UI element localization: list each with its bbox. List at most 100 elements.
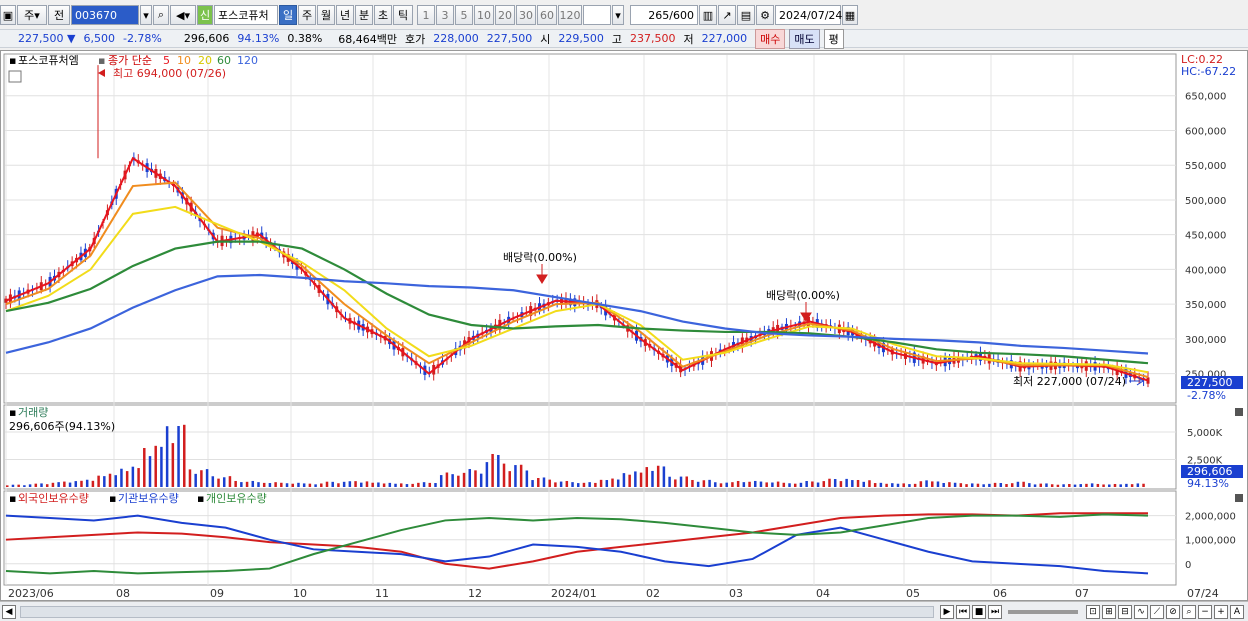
interval-30[interactable]: 30	[516, 5, 536, 25]
zoom-out-icon[interactable]: −	[1198, 604, 1212, 619]
x-tick-label: 07	[1075, 587, 1089, 600]
count-field[interactable]: 265/600	[630, 5, 698, 25]
low-price: 227,000	[701, 32, 748, 45]
date-input[interactable]: 2024/07/24	[775, 5, 842, 25]
holdings-tick-label: 2,000,000	[1185, 512, 1236, 523]
gear-icon[interactable]: ⚙	[756, 5, 774, 25]
x-tick-label: 07/24	[1187, 587, 1219, 600]
stop-icon[interactable]: ■	[972, 604, 986, 619]
volume-bar	[34, 483, 38, 487]
volume-bar	[548, 479, 551, 487]
prev-button[interactable]: 전	[48, 5, 70, 25]
tool-icon-1[interactable]: ⊡	[1086, 604, 1100, 619]
speaker-icon[interactable]: ◀▾	[170, 5, 196, 25]
volume-bar	[502, 463, 506, 487]
volume-bar	[97, 475, 100, 487]
horizontal-scrollbar[interactable]	[20, 605, 934, 618]
volume-bar	[668, 476, 671, 487]
period-select[interactable]: 주 ▾	[17, 5, 47, 25]
open-price: 229,500	[558, 32, 604, 45]
volume-bar	[205, 469, 209, 487]
scroll-left-icon[interactable]: ◀	[2, 604, 16, 619]
volume-bar	[639, 472, 643, 487]
search-icon[interactable]: ⌕	[153, 5, 169, 25]
avg-button[interactable]: 평	[823, 28, 844, 49]
tab-week[interactable]: 주	[298, 5, 316, 25]
buy-button[interactable]: 매수	[755, 28, 786, 49]
tab-second[interactable]: 초	[374, 5, 392, 25]
price-tick-label: 600,000	[1185, 126, 1226, 137]
last-price-value: 227,500	[1187, 376, 1233, 389]
foreign-label: 외국인보유수량	[18, 492, 89, 505]
volume-bar	[103, 476, 106, 487]
interval-dropdown-icon[interactable]: ▾	[612, 5, 624, 25]
volume-bar	[274, 482, 277, 487]
volume-bar	[365, 481, 369, 487]
code-input[interactable]: 003670	[71, 5, 139, 25]
volume-bar	[240, 482, 243, 487]
interval-10[interactable]: 10	[474, 5, 494, 25]
volume-bar	[325, 481, 329, 487]
volume-bar	[137, 468, 140, 487]
tool-icon-6[interactable]: ⊘	[1166, 604, 1180, 619]
interval-20[interactable]: 20	[495, 5, 515, 25]
custom-interval-input[interactable]	[583, 5, 611, 25]
sell-button[interactable]: 매도	[789, 28, 820, 49]
volume-bar	[125, 471, 129, 487]
volume-close-icon[interactable]	[1235, 408, 1243, 416]
volume-bar	[28, 484, 32, 487]
volume-bar	[1119, 484, 1122, 487]
volume-bar	[519, 464, 523, 487]
zoom-slider[interactable]	[1008, 609, 1078, 614]
volume-bar	[736, 480, 740, 487]
layout-icon[interactable]: ▣	[0, 5, 16, 25]
draw-icon[interactable]: ↗	[718, 5, 736, 25]
tab-month[interactable]: 월	[317, 5, 335, 25]
last-page-icon[interactable]: ⏭	[988, 604, 1002, 619]
volume-bar	[314, 484, 317, 487]
volume-bar	[217, 478, 220, 487]
zoom-search-icon[interactable]: ⌕	[1182, 604, 1196, 619]
calendar-icon[interactable]: ▦	[842, 5, 858, 25]
tool-icon-2[interactable]: ⊞	[1102, 604, 1116, 619]
interval-60[interactable]: 60	[537, 5, 557, 25]
hc-value: HC:-67.22	[1181, 65, 1236, 78]
code-dropdown-icon[interactable]: ▾	[140, 5, 152, 25]
volume-bar	[388, 482, 392, 487]
individual-label: 개인보유수량	[206, 492, 267, 505]
scroll-right-icon[interactable]: ▶	[940, 604, 954, 619]
volume-bar	[462, 472, 466, 487]
price-tick-label: 450,000	[1185, 231, 1226, 242]
tab-tick[interactable]: 틱	[393, 5, 413, 25]
volume-bar	[839, 481, 843, 487]
holdings-close-icon[interactable]	[1235, 494, 1243, 502]
tool-icon-4[interactable]: ∿	[1134, 604, 1148, 619]
calculator-icon[interactable]	[8, 70, 22, 83]
tab-day[interactable]: 일	[279, 5, 297, 25]
volume-bar	[405, 484, 409, 487]
interval-120[interactable]: 120	[558, 5, 582, 25]
volume-bar	[1096, 483, 1100, 487]
tab-year[interactable]: 년	[336, 5, 354, 25]
interval-3[interactable]: 3	[436, 5, 454, 25]
holdings-panel-frame	[3, 490, 1177, 586]
text-tool-icon[interactable]: A	[1230, 604, 1244, 619]
tab-minute[interactable]: 분	[355, 5, 373, 25]
volume-bar	[634, 471, 637, 487]
volume-bar	[799, 482, 803, 487]
volume-bar	[691, 479, 694, 487]
tool-icon-5[interactable]: ⟋	[1150, 604, 1164, 619]
holdings-square-icon-2: ▪	[109, 492, 116, 505]
save-icon[interactable]: ▤	[737, 5, 755, 25]
interval-5[interactable]: 5	[455, 5, 473, 25]
interval-1[interactable]: 1	[417, 5, 435, 25]
zoom-in-icon[interactable]: +	[1214, 604, 1228, 619]
volume-bar	[508, 471, 511, 487]
holdings-tick-label: 1,000,000	[1185, 536, 1236, 547]
volume-bar	[525, 470, 529, 487]
first-page-icon[interactable]: ⏮	[956, 604, 970, 619]
tool-icon-3[interactable]: ⊟	[1118, 604, 1132, 619]
candle-icon[interactable]: ▥	[699, 5, 717, 25]
volume-bar	[1016, 481, 1020, 487]
volume-bar	[6, 485, 9, 487]
